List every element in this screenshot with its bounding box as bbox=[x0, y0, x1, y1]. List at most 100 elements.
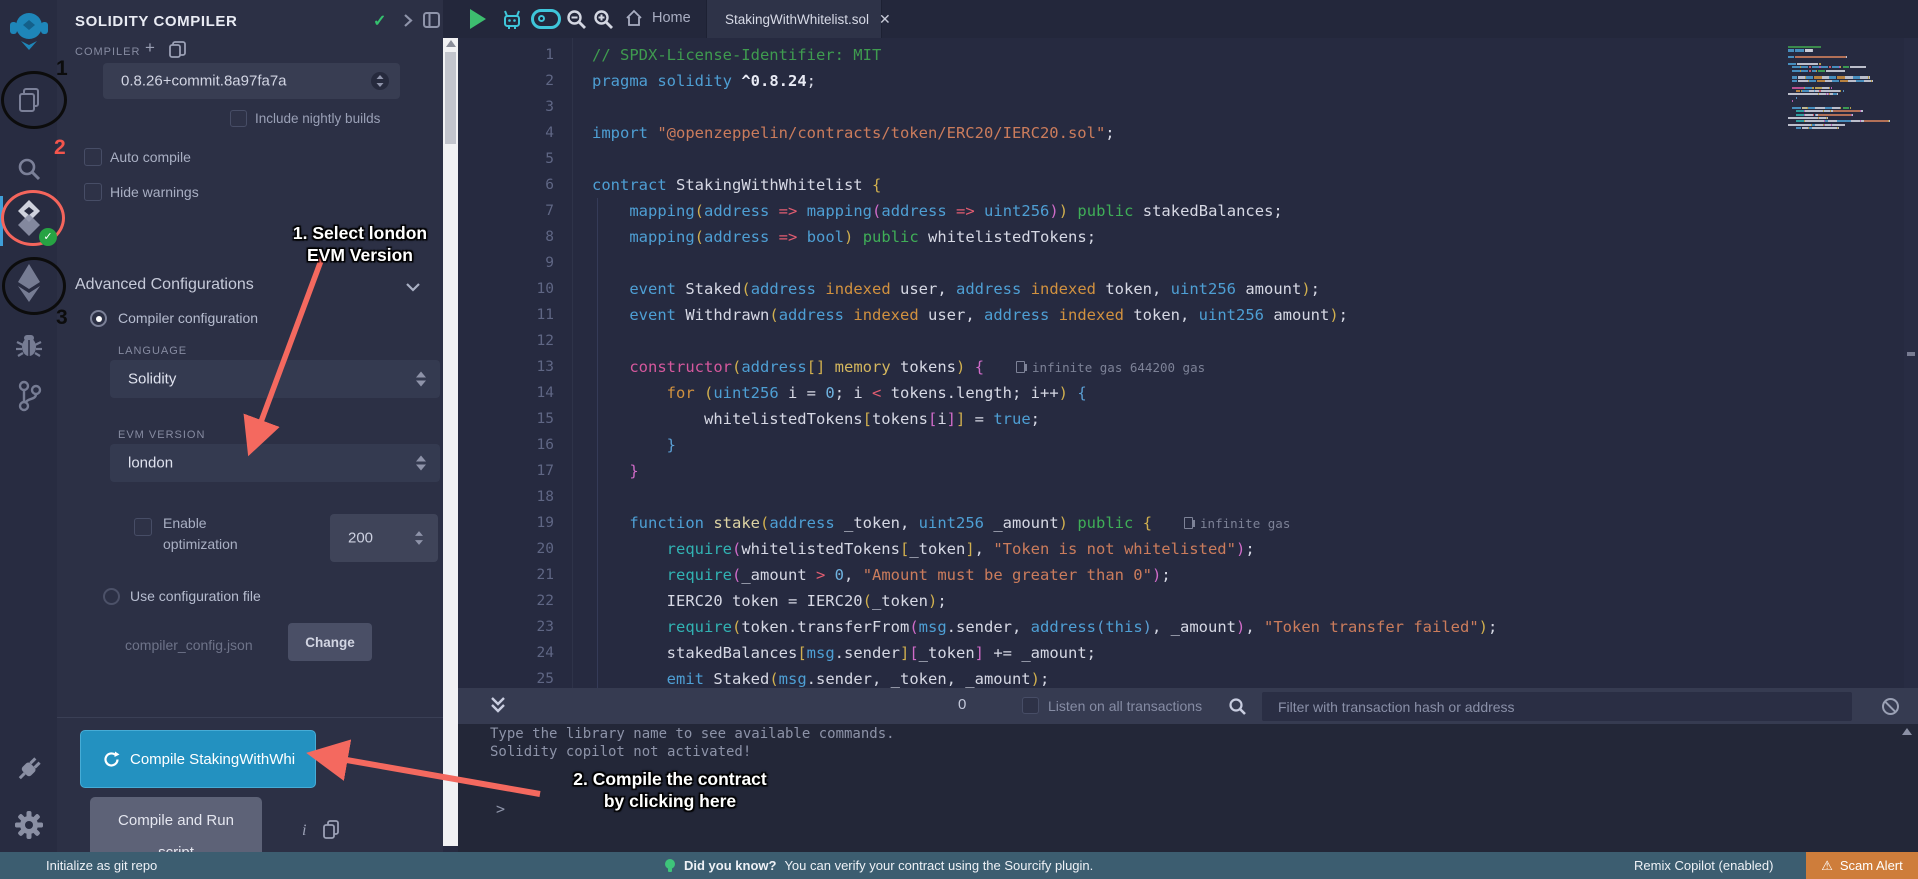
panel-title: SOLIDITY COMPILER bbox=[75, 13, 237, 30]
editor-scrollbar[interactable] bbox=[1904, 38, 1918, 688]
compile-button[interactable]: Compile StakingWithWhi bbox=[80, 730, 316, 788]
transaction-count: 0 bbox=[958, 696, 966, 713]
minimap-row bbox=[1788, 107, 1908, 109]
lightbulb-icon bbox=[664, 858, 676, 874]
runs-stepper-icon[interactable] bbox=[414, 531, 424, 546]
evm-version-select[interactable]: london bbox=[110, 444, 440, 482]
use-config-file-radio[interactable] bbox=[103, 588, 120, 605]
code-editor[interactable]: 1// SPDX-License-Identifier: MIT2pragma … bbox=[458, 38, 1918, 688]
listen-transactions-checkbox[interactable] bbox=[1022, 697, 1039, 714]
minimap-row bbox=[1788, 87, 1908, 89]
tab-close-icon[interactable]: ✕ bbox=[879, 11, 891, 28]
plug-icon bbox=[12, 752, 46, 786]
open-file-icon[interactable] bbox=[169, 41, 186, 58]
terminal-line: Solidity copilot not activated! bbox=[490, 744, 751, 760]
add-compiler-icon[interactable]: + bbox=[145, 38, 155, 58]
sidebar-item-file-explorer[interactable] bbox=[0, 86, 57, 114]
code-text: IERC20 token = IERC20(_token); bbox=[592, 592, 947, 610]
terminal-scroll-up-icon[interactable] bbox=[1902, 728, 1912, 735]
nightly-builds-checkbox[interactable] bbox=[230, 110, 247, 127]
code-line: 4import "@openzeppelin/contracts/token/E… bbox=[458, 120, 1918, 146]
remix-logo[interactable] bbox=[8, 8, 50, 54]
line-number: 17 bbox=[458, 463, 554, 479]
minimap-row bbox=[1788, 114, 1908, 116]
code-line: 9 bbox=[458, 250, 1918, 276]
zoom-in-icon[interactable] bbox=[593, 9, 614, 30]
compiler-version-select[interactable]: 0.8.26+commit.8a97fa7a bbox=[103, 63, 400, 99]
minimap-row bbox=[1788, 70, 1908, 72]
evm-version-value: london bbox=[128, 455, 173, 472]
search-plugin-icon bbox=[16, 156, 42, 182]
language-select[interactable]: Solidity bbox=[110, 360, 440, 398]
code-text: emit Staked(msg.sender, _token, _amount)… bbox=[592, 670, 1049, 688]
line-number: 4 bbox=[458, 125, 554, 141]
code-line: 16 } bbox=[458, 432, 1918, 458]
code-line: 24 stakedBalances[msg.sender][_token] +=… bbox=[458, 640, 1918, 666]
clear-console-icon[interactable] bbox=[1882, 698, 1899, 715]
line-number: 2 bbox=[458, 73, 554, 89]
chevron-down-icon[interactable] bbox=[405, 282, 421, 292]
code-line: 3 bbox=[458, 94, 1918, 120]
minimap-row bbox=[1788, 90, 1908, 92]
chevron-right-icon[interactable] bbox=[403, 13, 413, 28]
pin-panel-icon[interactable] bbox=[423, 12, 440, 28]
terminal-prompt: > bbox=[496, 800, 505, 818]
line-number: 15 bbox=[458, 411, 554, 427]
transaction-filter-input[interactable] bbox=[1262, 692, 1852, 721]
minimap-row bbox=[1788, 76, 1908, 78]
language-label: LANGUAGE bbox=[118, 345, 187, 357]
enable-optimization-checkbox[interactable] bbox=[134, 518, 152, 536]
tab-staking-with-whitelist[interactable]: StakingWithWhitelist.sol ✕ bbox=[706, 0, 882, 38]
minimap-row bbox=[1788, 97, 1908, 99]
compiler-config-radio[interactable] bbox=[90, 310, 107, 327]
sidebar-item-settings[interactable] bbox=[0, 808, 57, 842]
home-icon bbox=[624, 8, 644, 28]
sidebar-item-git[interactable] bbox=[0, 380, 57, 412]
sidebar-item-deploy-run[interactable] bbox=[0, 262, 57, 304]
scrollbar-thumb[interactable] bbox=[445, 52, 456, 144]
code-text: mapping(address => mapping(address => ui… bbox=[592, 202, 1283, 220]
editor-minimap[interactable] bbox=[1788, 46, 1908, 178]
zoom-out-icon[interactable] bbox=[566, 9, 587, 30]
line-number: 8 bbox=[458, 229, 554, 245]
terminal-output[interactable]: Type the library name to see available c… bbox=[458, 724, 1918, 852]
optimization-runs-value: 200 bbox=[348, 530, 373, 547]
line-number: 20 bbox=[458, 541, 554, 557]
panel-scrollbar[interactable] bbox=[443, 38, 458, 846]
code-text: pragma solidity ^0.8.24; bbox=[592, 72, 816, 90]
refresh-icon bbox=[103, 751, 120, 768]
copy-icon[interactable] bbox=[323, 820, 339, 839]
info-icon[interactable]: i bbox=[302, 822, 306, 840]
line-number: 6 bbox=[458, 177, 554, 193]
copilot-status[interactable]: Remix Copilot (enabled) bbox=[1634, 858, 1773, 873]
sidebar-item-plugin-manager[interactable] bbox=[0, 752, 57, 786]
collapse-terminal-icon[interactable] bbox=[490, 696, 506, 716]
warning-icon: ⚠ bbox=[1821, 858, 1833, 874]
code-line: 21 require(_amount > 0, "Amount must be … bbox=[458, 562, 1918, 588]
code-line: 8 mapping(address => bool) public whitel… bbox=[458, 224, 1918, 250]
advanced-config-header[interactable]: Advanced Configurations bbox=[75, 276, 254, 294]
scroll-up-arrow[interactable] bbox=[446, 40, 456, 47]
line-number: 22 bbox=[458, 593, 554, 609]
sidebar-item-debugger[interactable] bbox=[0, 330, 57, 360]
code-line: 6contract StakingWithWhitelist { bbox=[458, 172, 1918, 198]
hide-warnings-checkbox[interactable] bbox=[84, 183, 102, 201]
status-bar: Initialize as git repo Did you know? You… bbox=[0, 852, 1918, 879]
scam-alert-button[interactable]: ⚠ Scam Alert bbox=[1806, 852, 1918, 879]
ai-copilot-toggle[interactable] bbox=[531, 9, 561, 29]
toggle-knob bbox=[538, 15, 545, 22]
auto-compile-checkbox[interactable] bbox=[84, 148, 102, 166]
line-number: 18 bbox=[458, 489, 554, 505]
play-icon bbox=[470, 9, 486, 29]
ai-robot-icon[interactable] bbox=[501, 8, 523, 31]
sidebar-item-search[interactable] bbox=[0, 156, 57, 182]
gear-icon bbox=[12, 808, 46, 842]
change-config-button[interactable]: Change bbox=[288, 623, 372, 661]
minimap-row bbox=[1788, 60, 1908, 62]
optimization-runs-input[interactable]: 200 bbox=[330, 514, 438, 562]
minimap-row bbox=[1788, 53, 1908, 55]
git-init-status[interactable]: Initialize as git repo bbox=[46, 858, 157, 873]
tab-home[interactable]: Home bbox=[624, 8, 691, 28]
minimap-row bbox=[1788, 103, 1908, 105]
run-script-button[interactable] bbox=[470, 9, 486, 29]
